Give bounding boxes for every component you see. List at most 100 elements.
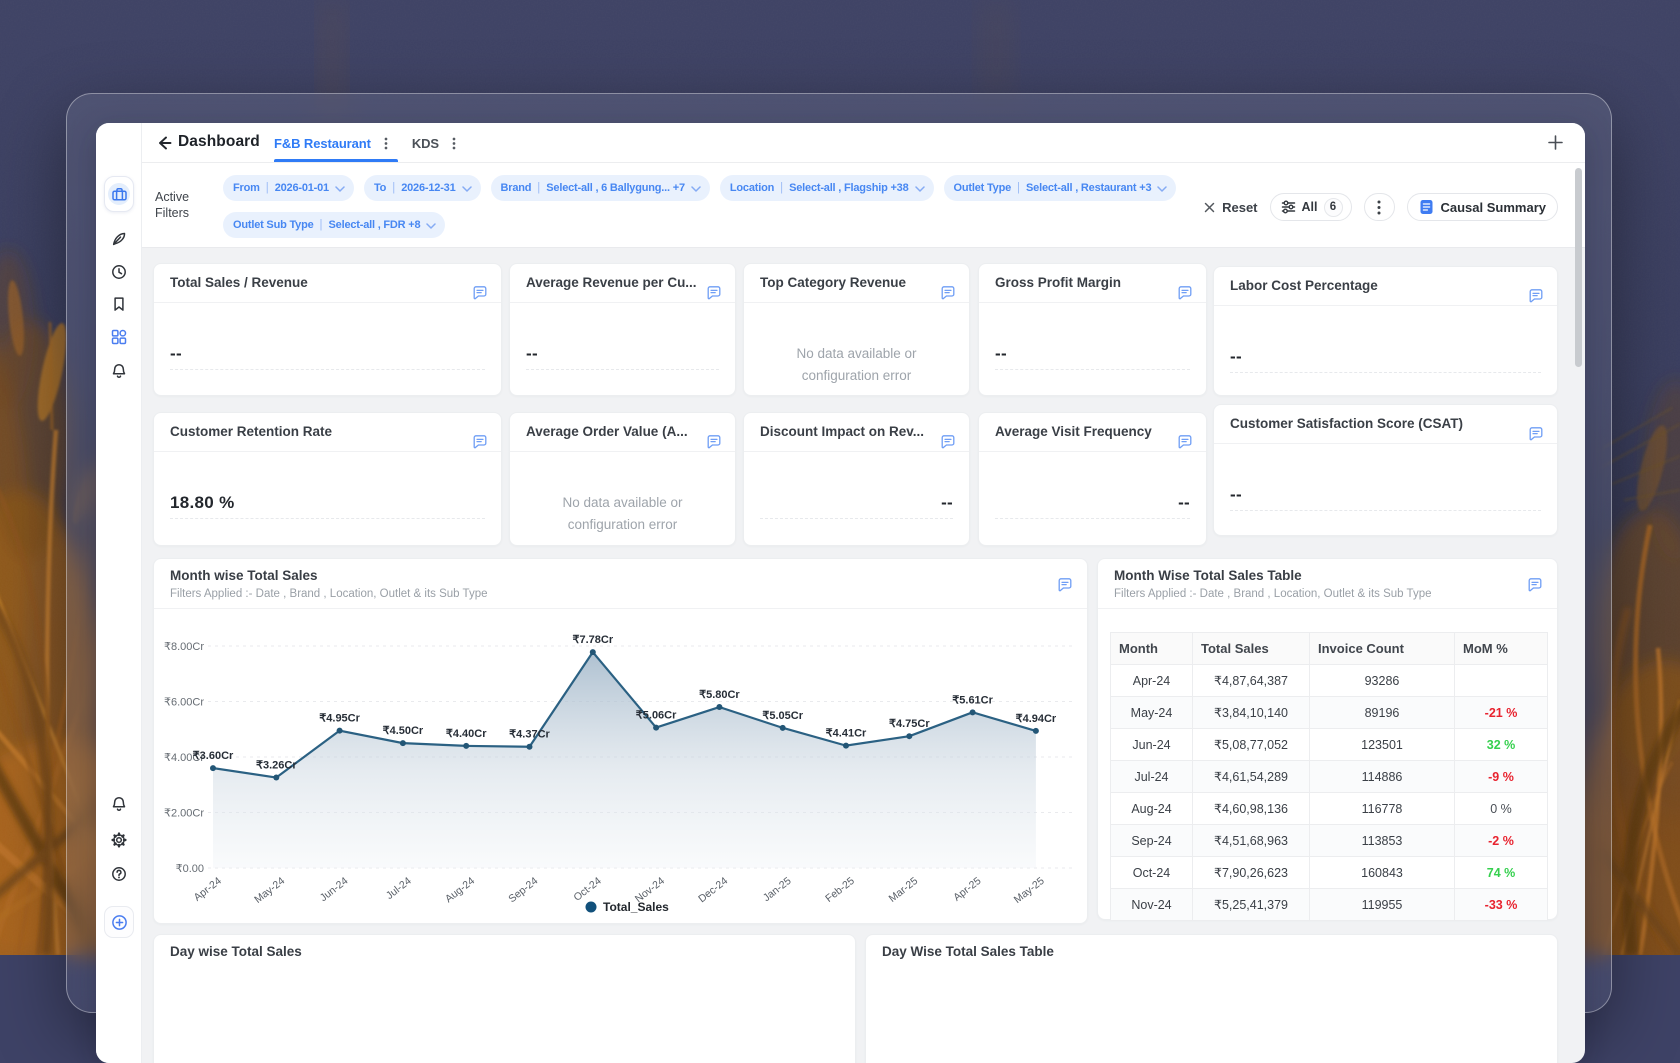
- legend-marker[interactable]: [586, 902, 597, 913]
- app-header: Dashboard F&B RestaurantKDS: [142, 123, 1585, 163]
- filter-chip-from[interactable]: From|2026-01-01: [223, 175, 354, 201]
- sidebar-item-notifications[interactable]: [110, 796, 127, 813]
- x-axis-tick-label: Mar-25: [887, 875, 921, 905]
- kpi-title: Labor Cost Percentage: [1230, 278, 1378, 293]
- comment-icon[interactable]: [1177, 434, 1193, 450]
- kpi-value: 18.80 %: [170, 493, 234, 513]
- data-point[interactable]: [527, 744, 533, 750]
- kpi-card-header: Customer Retention Rate: [154, 413, 501, 452]
- legend-label[interactable]: Total_Sales: [603, 900, 669, 914]
- tab-f-b-restaurant[interactable]: F&B Restaurant: [274, 123, 392, 163]
- cell-total-sales: ₹5,08,77,052: [1193, 729, 1310, 761]
- table-column-header: MoM %: [1455, 633, 1548, 665]
- cell-invoice-count: 160843: [1310, 857, 1455, 889]
- data-point-label: ₹3.60Cr: [193, 750, 234, 762]
- kpi-title: Average Visit Frequency: [995, 424, 1152, 439]
- tab-kds[interactable]: KDS: [412, 123, 460, 163]
- data-point[interactable]: [590, 649, 596, 655]
- tab-kebab-icon[interactable]: [380, 137, 392, 150]
- sidebar-item-bell[interactable]: [110, 363, 127, 380]
- sidebar-item-gear[interactable]: [110, 832, 127, 849]
- cell-mom-percent: 0 %: [1455, 793, 1548, 825]
- kebab-icon: [1377, 200, 1381, 215]
- data-point-label: ₹7.78Cr: [572, 634, 613, 646]
- filter-chip-location[interactable]: Location|Select-all , Flagship +38: [720, 175, 934, 201]
- comment-icon[interactable]: [1528, 426, 1544, 442]
- data-point[interactable]: [716, 704, 722, 710]
- y-axis-tick-label: ₹0.00: [176, 863, 204, 875]
- filter-chip-brand[interactable]: Brand|Select-all , 6 Ballygung... +7: [491, 175, 710, 201]
- filter-chip-outlet-sub-type[interactable]: Outlet Sub Type|Select-all , FDR +8: [223, 212, 445, 238]
- tab-kebab-icon[interactable]: [448, 137, 460, 150]
- cell-total-sales: ₹4,87,64,387: [1193, 665, 1310, 697]
- app-window: Dashboard F&B RestaurantKDS Active Filte…: [96, 123, 1585, 1063]
- data-point[interactable]: [1033, 728, 1039, 734]
- data-point[interactable]: [843, 743, 849, 749]
- comment-icon[interactable]: [472, 434, 488, 450]
- comment-icon[interactable]: [1057, 577, 1073, 593]
- comment-icon[interactable]: [706, 434, 722, 450]
- window-scrollbar[interactable]: [1575, 168, 1582, 367]
- sidebar-item-dashboards[interactable]: [104, 176, 134, 212]
- sidebar-item-clock[interactable]: [110, 264, 127, 281]
- table-card-day-wise-total-sales: Day Wise Total Sales Table: [865, 934, 1558, 1063]
- filter-chip-to[interactable]: To|2026-12-31: [364, 175, 481, 201]
- data-point[interactable]: [463, 743, 469, 749]
- cell-mom-percent: [1455, 665, 1548, 697]
- chip-name: Outlet Type: [954, 182, 1012, 194]
- comment-icon[interactable]: [1527, 577, 1543, 593]
- causal-summary-label: Causal Summary: [1441, 200, 1547, 215]
- chart-title: Month wise Total Sales: [170, 568, 318, 583]
- data-point-label: ₹4.95Cr: [319, 713, 360, 725]
- cell-mom-percent: 74 %: [1455, 857, 1548, 889]
- data-point[interactable]: [970, 709, 976, 715]
- comment-icon[interactable]: [940, 434, 956, 450]
- kpi-divider: [1230, 510, 1541, 511]
- add-tab-icon[interactable]: [1547, 134, 1564, 151]
- back-arrow-icon[interactable]: [156, 134, 174, 152]
- kpi-card-total-sales-revenue: Total Sales / Revenue--: [153, 263, 502, 396]
- chip-separator: |: [1017, 182, 1020, 194]
- kpi-title: Top Category Revenue: [760, 275, 906, 290]
- sidebar-item-bookmark[interactable]: [110, 296, 127, 313]
- data-point[interactable]: [400, 740, 406, 746]
- kpi-card-customer-retention-rate: Customer Retention Rate 18.80 %: [153, 412, 502, 546]
- sidebar-item-feather[interactable]: [110, 231, 127, 248]
- data-point[interactable]: [906, 733, 912, 739]
- chevron-down-icon: [462, 186, 472, 192]
- all-filters-button[interactable]: All 6: [1270, 193, 1352, 221]
- filter-chip-outlet-type[interactable]: Outlet Type|Select-all , Restaurant +3: [944, 175, 1177, 201]
- sidebar-item-grid[interactable]: [110, 329, 127, 346]
- comment-icon[interactable]: [1528, 288, 1544, 304]
- data-point[interactable]: [273, 775, 279, 781]
- table-column-header: Month: [1111, 633, 1193, 665]
- x-axis-tick-label: Oct-24: [571, 875, 603, 904]
- comment-icon[interactable]: [472, 285, 488, 301]
- kpi-divider: [170, 518, 485, 519]
- filter-count-badge: 6: [1324, 198, 1343, 217]
- chip-value: Select-all , FDR +8: [329, 219, 421, 231]
- data-point[interactable]: [210, 765, 216, 771]
- sidebar-item-help[interactable]: [110, 866, 127, 883]
- table-card-month-wise-total-sales: Month Wise Total Sales TableFilters Appl…: [1097, 558, 1558, 920]
- comment-icon[interactable]: [940, 285, 956, 301]
- sidebar-item-add[interactable]: [104, 906, 134, 938]
- chip-separator: |: [320, 219, 323, 231]
- reset-label: Reset: [1222, 200, 1257, 215]
- kpi-divider: [170, 369, 485, 370]
- x-axis-tick-label: Jun-24: [318, 875, 351, 904]
- comment-icon[interactable]: [1177, 285, 1193, 301]
- filter-more-options-button[interactable]: [1364, 193, 1395, 221]
- data-point[interactable]: [653, 725, 659, 731]
- table-row-apr-24: Apr-24₹4,87,64,38793286: [1111, 665, 1548, 697]
- data-point[interactable]: [337, 728, 343, 734]
- gear-icon: [110, 832, 127, 849]
- cell-total-sales: ₹4,61,54,289: [1193, 761, 1310, 793]
- comment-icon[interactable]: [706, 285, 722, 301]
- causal-summary-button[interactable]: Causal Summary: [1407, 193, 1559, 221]
- chip-name: To: [374, 182, 386, 194]
- data-point[interactable]: [780, 725, 786, 731]
- kpi-card-body: --: [979, 452, 1206, 545]
- reset-filters-button[interactable]: Reset: [1204, 200, 1257, 215]
- kpi-no-data-message: No data available or configuration error: [772, 343, 942, 388]
